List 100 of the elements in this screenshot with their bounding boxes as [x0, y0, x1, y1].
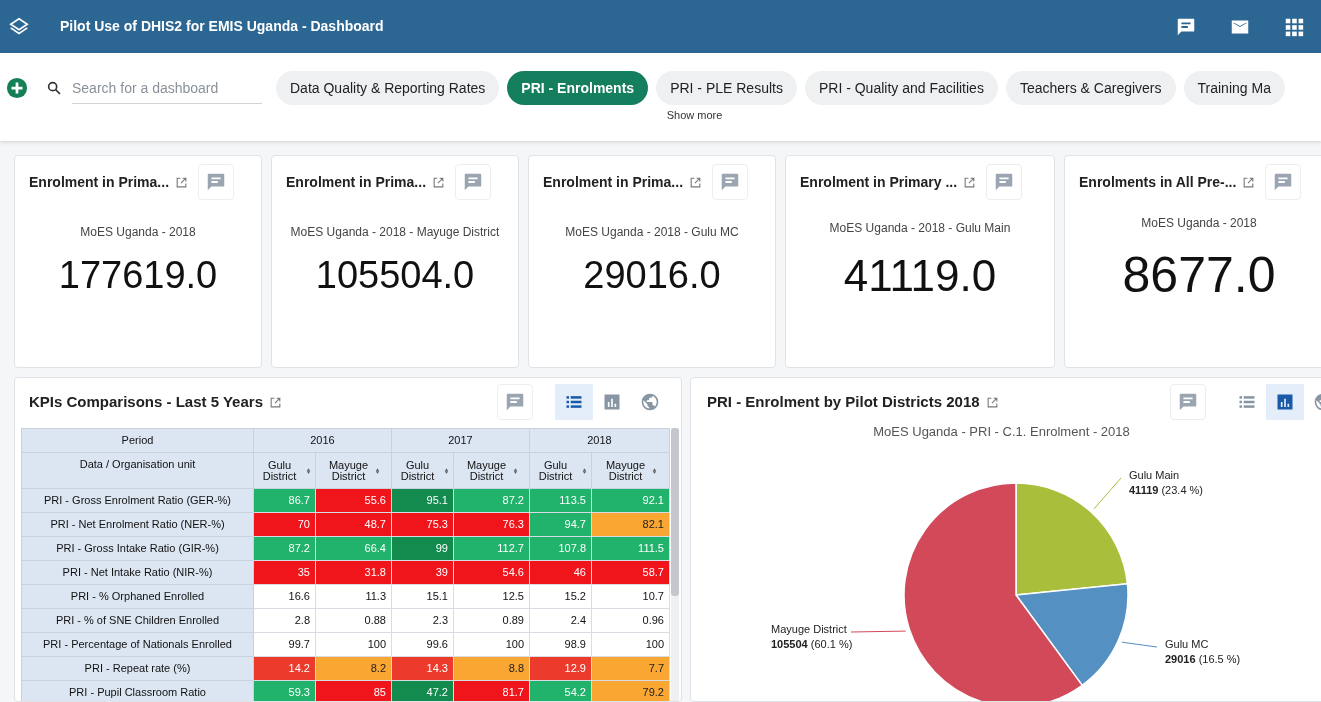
sort-icon[interactable]	[442, 465, 450, 476]
table-cell: 100	[591, 632, 670, 657]
comment-button[interactable]	[455, 164, 492, 200]
card-title: Enrolment in Prima...	[543, 172, 684, 192]
table-cell: 0.96	[591, 608, 670, 633]
comment-button[interactable]	[712, 164, 749, 200]
table-cell: 0.89	[453, 608, 530, 633]
row-header-cell: PRI - % of SNE Children Enrolled	[21, 608, 254, 633]
external-link-icon[interactable]	[1242, 175, 1256, 189]
leader-line	[1121, 641, 1158, 648]
dashboard-tab[interactable]: Training Ma	[1183, 71, 1285, 105]
slice-label: Mayuge District	[771, 622, 848, 637]
dashboard-tab[interactable]: PRI - Enrolments	[507, 71, 649, 105]
header-cell: 2016	[253, 428, 392, 453]
pie-slice[interactable]	[1015, 482, 1129, 596]
table-cell: 12.5	[453, 584, 530, 609]
view-button[interactable]	[1266, 384, 1304, 420]
pie-slice[interactable]	[1015, 583, 1129, 687]
bar-chart-icon	[1275, 392, 1295, 412]
card-subtitle: MoES Uganda - 2018 - Gulu Main	[829, 219, 1011, 237]
header-cell: 2018	[529, 428, 670, 453]
slice-label: Gulu MC	[1165, 637, 1210, 652]
header-cell: 2017	[391, 428, 530, 453]
sortable-header-cell[interactable]: Gulu District	[529, 452, 592, 489]
dashboard-tab[interactable]: Teachers & Caregivers	[1005, 71, 1176, 105]
leader-line	[1093, 477, 1122, 510]
sortable-header-cell[interactable]: Mayuge District	[453, 452, 530, 489]
column-label: Mayuge District	[465, 459, 508, 482]
bar-chart-icon	[602, 392, 622, 412]
card-subtitle: MoES Uganda - 2018	[80, 224, 196, 241]
sortable-header-cell[interactable]: Gulu District	[253, 452, 316, 489]
panel-title: KPIs Comparisons - Last 5 Years	[29, 391, 263, 412]
row-header-cell: PRI - Gross Enrolment Ratio (GER-%)	[21, 488, 254, 513]
external-link-icon[interactable]	[269, 395, 282, 409]
table-cell: 11.3	[315, 584, 392, 609]
big-number: 29016.0	[583, 253, 721, 298]
dashboard-tab[interactable]: PRI - PLE Results	[656, 71, 797, 105]
row-header-cell: PRI - Net Enrolment Ratio (NER-%)	[21, 512, 254, 537]
search-field[interactable]: Search for a dashboard	[72, 72, 262, 104]
table-cell: 2.8	[253, 608, 316, 633]
table-cell: 15.1	[391, 584, 454, 609]
table-cell: 99.6	[391, 632, 454, 657]
external-link-icon[interactable]	[432, 175, 446, 189]
card-title: Enrolments in All Pre-...	[1079, 172, 1237, 192]
comment-button[interactable]	[986, 164, 1023, 200]
chart-title: MoES Uganda - PRI - C.1. Enrolment - 2018	[872, 423, 1131, 441]
sortable-header-cell[interactable]: Gulu District	[391, 452, 454, 489]
header-cell: Period	[21, 428, 254, 453]
sortable-header-cell[interactable]: Mayuge District	[591, 452, 670, 489]
leader-line	[850, 630, 907, 633]
card-title: Enrolment in Prima...	[29, 172, 170, 192]
slice-value: 105504 (60.1 %)	[771, 637, 853, 652]
comment-button[interactable]	[1170, 384, 1206, 420]
row-header-cell: PRI - Net Intake Ratio (NIR-%)	[21, 560, 254, 585]
column-label: Gulu District	[537, 459, 574, 482]
big-number: 8677.0	[1122, 246, 1276, 305]
sort-icon[interactable]	[511, 465, 519, 476]
add-icon[interactable]	[6, 77, 28, 99]
card-subtitle: MoES Uganda - 2018	[1141, 215, 1257, 232]
comment-button[interactable]	[1265, 164, 1302, 200]
sortable-header-cell[interactable]: Mayuge District	[315, 452, 392, 489]
panel-title: PRI - Enrolment by Pilot Districts 2018	[707, 391, 980, 412]
table-cell: 0.88	[315, 608, 392, 633]
sort-icon[interactable]	[373, 465, 381, 476]
big-number: 177619.0	[58, 253, 218, 298]
row-header-cell: PRI - % Orphaned Enrolled	[21, 584, 254, 609]
external-link-icon[interactable]	[963, 175, 977, 189]
card-title: Enrolment in Primary ...	[800, 172, 958, 192]
view-button[interactable]	[555, 384, 593, 420]
slice-value: 29016 (16.5 %)	[1165, 652, 1241, 667]
table-cell: 15.2	[529, 584, 592, 609]
globe-icon	[640, 392, 660, 412]
row-header-cell: PRI - Repeat rate (%)	[21, 656, 254, 681]
column-label: Gulu District	[261, 459, 298, 482]
table-cell: 100	[453, 632, 530, 657]
sort-icon[interactable]	[580, 465, 588, 476]
scrollbar[interactable]	[671, 428, 679, 701]
search-icon	[46, 80, 62, 96]
comment-button[interactable]	[497, 384, 533, 420]
external-link-icon[interactable]	[175, 175, 189, 189]
comment-button[interactable]	[198, 164, 235, 200]
slice-label: Gulu Main	[1129, 468, 1181, 483]
big-number: 41119.0	[843, 249, 997, 302]
card-subtitle: MoES Uganda - 2018 - Gulu MC	[565, 224, 739, 241]
external-link-icon[interactable]	[985, 395, 999, 409]
dashboard-tab[interactable]: Data Quality & Reporting Rates	[276, 71, 500, 105]
sort-icon[interactable]	[650, 465, 658, 476]
table-cell: 2.4	[529, 608, 592, 633]
row-header-cell: PRI - Gross Intake Ratio (GIR-%)	[21, 536, 254, 561]
show-more-link[interactable]: Show more	[666, 107, 723, 124]
card-title: Enrolment in Prima...	[286, 172, 427, 192]
external-link-icon[interactable]	[689, 175, 703, 189]
table-cell: 2.3	[391, 608, 454, 633]
dashboard-tab[interactable]: PRI - Quality and Facilities	[804, 71, 998, 105]
row-header-cell: PRI - Pupil Classroom Ratio	[21, 680, 254, 701]
column-label: Mayuge District	[604, 459, 647, 482]
sort-icon[interactable]	[304, 465, 312, 476]
table-cell: 100	[315, 632, 392, 657]
app-title: Pilot Use of DHIS2 for EMIS Uganda - Dashboard	[60, 17, 384, 36]
pie-slice[interactable]	[903, 482, 1083, 701]
